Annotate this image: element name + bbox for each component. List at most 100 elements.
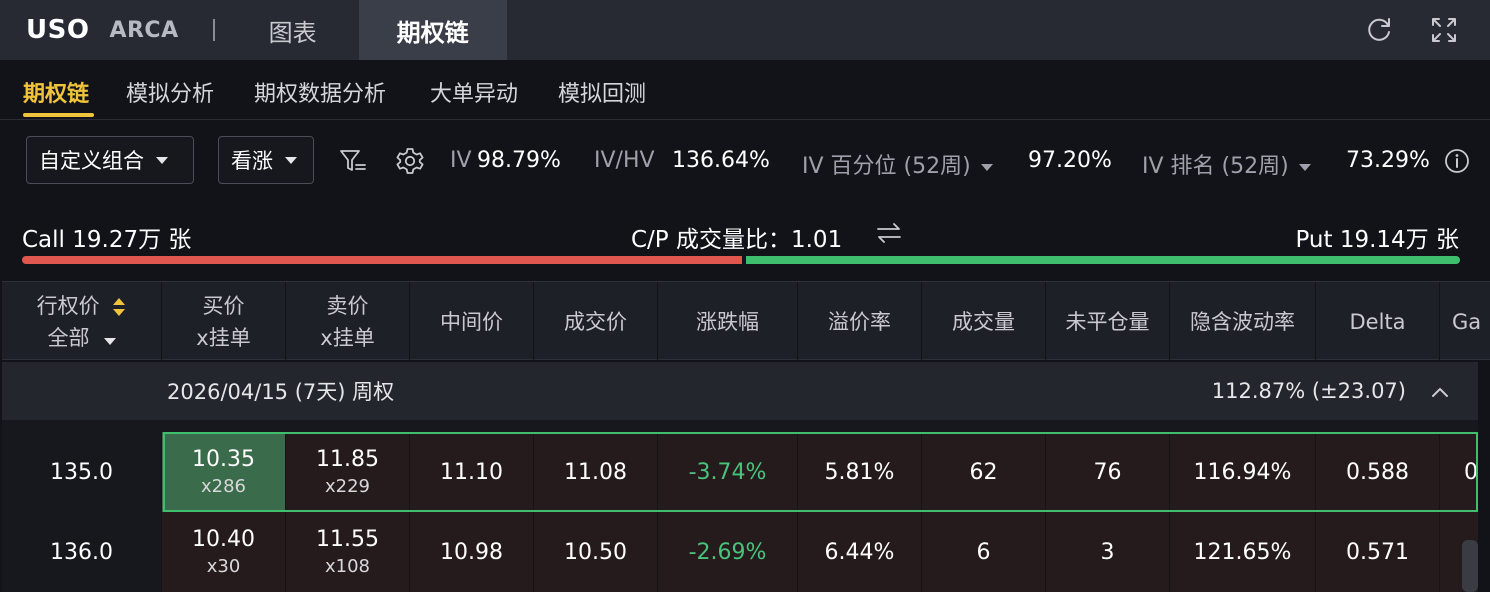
top-header: USO ARCA 图表 期权链 — [0, 0, 1490, 60]
subtab-option-data-analysis[interactable]: 期权数据分析 — [254, 76, 386, 108]
table-row[interactable]: 135.0 10.35 x286 11.85 x229 11.10 11.08 … — [2, 432, 1478, 512]
refresh-icon[interactable] — [1365, 16, 1393, 44]
strike-cell: 136.0 — [2, 512, 162, 592]
chevron-down-icon — [103, 337, 116, 345]
change-cell: -2.69% — [658, 512, 798, 592]
subtab-simulation[interactable]: 模拟分析 — [126, 76, 214, 108]
column-header-premium[interactable]: 溢价率 — [798, 282, 922, 361]
implied-vol-cell: 121.65% — [1170, 512, 1316, 592]
call-volume-label: Call 19.27万 张 — [22, 227, 192, 253]
strike-cell: 135.0 — [2, 432, 162, 512]
subtab-unusual-activity[interactable]: 大单异动 — [430, 76, 518, 108]
table-header: 行权价 全部 买价 x挂单 卖价 x挂单 中间价 成交价 涨跌幅 溢价率 成交量… — [2, 281, 1490, 361]
column-header-last[interactable]: 成交价 — [534, 282, 658, 361]
bid-price: 10.35 — [192, 447, 255, 472]
ask-size: x229 — [324, 476, 370, 497]
column-header-delta[interactable]: Delta — [1316, 282, 1440, 361]
column-header-open-interest[interactable]: 未平仓量 — [1046, 282, 1170, 361]
ask-price: 11.85 — [316, 447, 379, 472]
chevron-down-icon — [1298, 163, 1311, 171]
iv-hv-value: 136.64% — [672, 148, 770, 173]
chevron-down-icon — [156, 156, 168, 164]
implied-vol-cell: 116.94% — [1170, 432, 1316, 512]
cp-volume-ratio: C/P 成交量比：1.01 — [631, 227, 843, 253]
iv-hv-label: IV/HV — [594, 148, 655, 173]
subtab-backtest[interactable]: 模拟回测 — [558, 76, 646, 108]
iv-percentile-value: 97.20% — [1028, 148, 1112, 173]
settings-icon[interactable] — [395, 146, 425, 176]
column-header-ask[interactable]: 卖价 x挂单 — [286, 282, 410, 361]
subtab-option-chain[interactable]: 期权链 — [23, 76, 89, 108]
bid-size: x286 — [200, 476, 246, 497]
iv-percentile-select[interactable]: IV 百分位 (52周) — [802, 148, 993, 180]
mid-cell: 11.10 — [410, 432, 534, 512]
info-icon[interactable] — [1444, 148, 1470, 174]
sub-navigation: 期权链 模拟分析 期权数据分析 大单异动 模拟回测 — [0, 60, 1490, 120]
vertical-scrollbar[interactable] — [1462, 540, 1478, 592]
ticker-symbol: USO — [26, 15, 90, 45]
bid-cell[interactable]: 10.40 x30 — [162, 512, 286, 592]
last-cell: 10.50 — [534, 512, 658, 592]
open-interest-cell: 3 — [1046, 512, 1170, 592]
direction-select[interactable]: 看涨 — [218, 136, 314, 184]
strike-header-label: 行权价 — [37, 290, 127, 322]
table-row[interactable]: 136.0 10.40 x30 11.55 x108 10.98 10.50 -… — [2, 512, 1478, 592]
expiry-group-iv: 112.87% (±23.07) — [1211, 379, 1406, 403]
change-cell: -3.74% — [658, 432, 798, 512]
chevron-down-icon — [285, 156, 297, 164]
gamma-cell: 0 — [1440, 432, 1478, 512]
mid-cell: 10.98 — [410, 512, 534, 592]
column-header-volume[interactable]: 成交量 — [922, 282, 1046, 361]
strike-filter-select[interactable]: 全部 — [48, 322, 116, 354]
expiry-group-row[interactable]: 2026/04/15 (7天) 周权 112.87% (±23.07) — [2, 362, 1478, 420]
header-divider — [212, 19, 215, 41]
iv-rank-value: 73.29% — [1346, 148, 1430, 173]
strategy-select[interactable]: 自定义组合 — [26, 136, 194, 184]
column-header-implied-vol[interactable]: 隐含波动率 — [1170, 282, 1316, 361]
strategy-select-value: 自定义组合 — [39, 149, 144, 173]
iv-label: IV — [450, 148, 472, 173]
bid-cell[interactable]: 10.35 x286 — [162, 432, 286, 512]
column-header-bid[interactable]: 买价 x挂单 — [162, 282, 286, 361]
last-cell: 11.08 — [534, 432, 658, 512]
direction-select-value: 看涨 — [231, 149, 273, 173]
ask-cell[interactable]: 11.55 x108 — [286, 512, 410, 592]
tab-chart[interactable]: 图表 — [263, 0, 323, 60]
iv-percentile-label: IV 百分位 (52周) — [802, 154, 971, 179]
call-volume-bar — [22, 256, 742, 264]
delta-cell: 0.571 — [1316, 512, 1440, 592]
strike-column-header[interactable]: 行权价 全部 — [2, 282, 162, 361]
iv-value: 98.79% — [477, 148, 561, 173]
ask-cell[interactable]: 11.85 x229 — [286, 432, 410, 512]
exchange-label: ARCA — [109, 17, 179, 43]
column-header-change[interactable]: 涨跌幅 — [658, 282, 798, 361]
column-header-mid[interactable]: 中间价 — [410, 282, 534, 361]
premium-cell: 6.44% — [798, 512, 922, 592]
bid-size: x30 — [206, 556, 241, 577]
chevron-up-icon[interactable] — [1430, 382, 1450, 402]
fullscreen-icon[interactable] — [1430, 16, 1458, 44]
open-interest-cell: 76 — [1046, 432, 1170, 512]
delta-cell: 0.588 — [1316, 432, 1440, 512]
tab-option-chain[interactable]: 期权链 — [358, 0, 507, 60]
ask-price: 11.55 — [316, 527, 379, 552]
filter-icon[interactable] — [338, 146, 368, 176]
column-header-ask-line1: 卖价 — [326, 293, 369, 318]
column-header-bid-line2: x挂单 — [196, 325, 251, 350]
iv-rank-label: IV 排名 (52周) — [1142, 154, 1289, 179]
swap-icon[interactable] — [876, 222, 902, 244]
put-volume-label: Put 19.14万 张 — [1295, 227, 1459, 253]
iv-rank-select[interactable]: IV 排名 (52周) — [1142, 148, 1311, 180]
put-volume-bar — [746, 256, 1460, 264]
bid-price: 10.40 — [192, 527, 255, 552]
volume-cell: 62 — [922, 432, 1046, 512]
sort-icon[interactable] — [112, 296, 126, 318]
expiry-group-title: 2026/04/15 (7天) 周权 — [167, 380, 395, 404]
ask-size: x108 — [324, 556, 370, 577]
chevron-down-icon — [980, 163, 993, 171]
premium-cell: 5.81% — [798, 432, 922, 512]
column-header-bid-line1: 买价 — [202, 293, 245, 318]
group-spacer — [2, 420, 1478, 432]
column-header-gamma[interactable]: Ga — [1440, 282, 1490, 361]
column-header-ask-line2: x挂单 — [320, 325, 375, 350]
